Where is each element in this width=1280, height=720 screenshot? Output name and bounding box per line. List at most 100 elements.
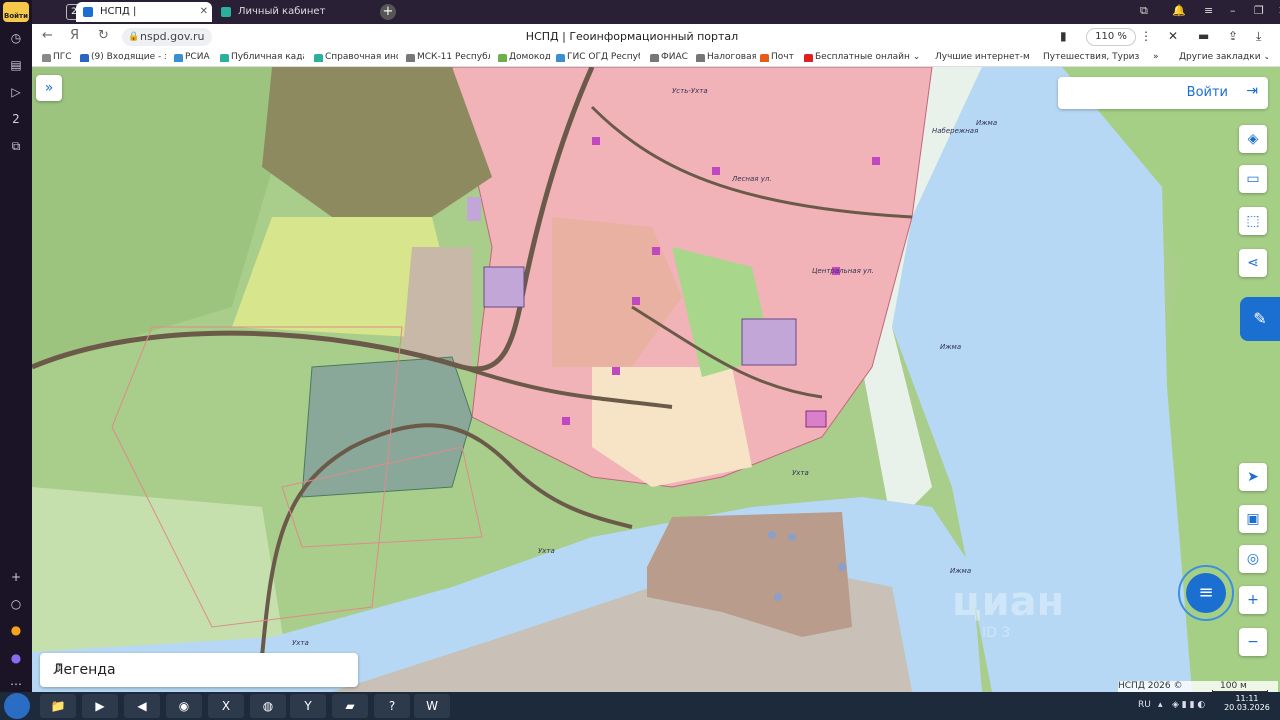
- river-label: Ухта: [292, 639, 309, 647]
- bookmark-item[interactable]: (9) Входящие - за: [80, 52, 166, 62]
- street-label: Усть-Ухта: [672, 87, 708, 95]
- minimize-icon[interactable]: –: [1230, 4, 1236, 17]
- bookmark-item[interactable]: Домокод: [498, 52, 550, 62]
- basemap-icon: ▣: [1246, 511, 1260, 527]
- bookmark-item[interactable]: Путешествия, Туриз ⌄: [1032, 52, 1140, 62]
- bookmark-item[interactable]: ПГС: [42, 52, 74, 62]
- share-button[interactable]: ⋖: [1239, 249, 1267, 277]
- language-indicator[interactable]: RU: [1138, 700, 1151, 710]
- bookmarks-bar: ПГС (9) Входящие - за РСИА Публичная кад…: [32, 50, 1280, 67]
- login-badge[interactable]: Войти: [3, 2, 29, 22]
- word-icon[interactable]: W: [414, 694, 450, 718]
- clock-time: 11:11: [1235, 694, 1259, 703]
- ruler-button[interactable]: ▭: [1239, 165, 1267, 193]
- river-label: Ухта: [792, 469, 809, 477]
- share-icon[interactable]: ⇪: [1228, 29, 1238, 43]
- volume-icon[interactable]: ◀: [124, 694, 160, 718]
- share-icon: ⋖: [1247, 255, 1259, 271]
- map-canvas[interactable]: Усть-Ухта Набережная Центральная ул. Лес…: [32, 67, 1280, 692]
- chrome-icon[interactable]: ◉: [166, 694, 202, 718]
- legend-panel[interactable]: Легенда ⇕: [40, 653, 358, 687]
- bookmark-item[interactable]: Налоговая: [696, 52, 756, 62]
- layers-button[interactable]: ◈: [1239, 125, 1267, 153]
- zoom-value: 110 %: [1095, 31, 1127, 42]
- add-icon[interactable]: +: [8, 569, 24, 585]
- attribution-text: НСПД 2026 ©: [1118, 681, 1183, 691]
- more-bookmarks-icon[interactable]: »: [1142, 52, 1162, 62]
- flame-icon[interactable]: ●: [8, 622, 24, 638]
- ruler-icon: ▭: [1246, 171, 1260, 187]
- browser-icon[interactable]: ◍: [250, 694, 286, 718]
- zoom-in-button[interactable]: +: [1239, 586, 1267, 614]
- more-icon[interactable]: ⋮: [1140, 29, 1152, 43]
- bookmark-item[interactable]: ГИС ОГД Респуб: [556, 52, 640, 62]
- bell-icon[interactable]: 🔔: [1172, 4, 1186, 17]
- alice-icon[interactable]: ○: [8, 596, 24, 612]
- bookmark-item[interactable]: Справочная инфо: [314, 52, 398, 62]
- restore-icon[interactable]: ❐: [1254, 4, 1264, 17]
- locate-button[interactable]: ➤: [1239, 463, 1267, 491]
- river-label: Ижма: [976, 119, 998, 127]
- geolocation-icon: ◎: [1246, 551, 1260, 567]
- explorer-icon[interactable]: 📁: [40, 694, 76, 718]
- map-attribution: НСПД 2026 © 100 м: [1118, 681, 1278, 692]
- login-button[interactable]: Войти ⇥: [1058, 77, 1268, 109]
- bookmark-item[interactable]: Бесплатные онлайн ⌄: [804, 52, 920, 62]
- tray-arrow-icon[interactable]: ▴: [1158, 700, 1163, 710]
- bookmark-item[interactable]: ФИАС: [650, 52, 690, 62]
- app-icon[interactable]: ▰: [332, 694, 368, 718]
- collections-icon[interactable]: ⧉: [1140, 4, 1148, 18]
- clock[interactable]: 11:11 20.03.2026: [1222, 694, 1272, 712]
- close-icon[interactable]: ✕: [200, 2, 208, 22]
- more-icon[interactable]: ⋯: [8, 676, 24, 692]
- messenger-icon[interactable]: ●: [8, 650, 24, 666]
- download-icon[interactable]: ⤓: [1256, 29, 1261, 44]
- help-icon[interactable]: ?: [374, 694, 410, 718]
- history-icon[interactable]: ◷: [8, 30, 24, 46]
- page-title: НСПД | Геоинформационный портал: [525, 30, 739, 43]
- watermark: циан: [952, 579, 1065, 625]
- bookmark-icon: [760, 54, 769, 62]
- notes-icon[interactable]: ▤: [8, 57, 24, 73]
- yandex-icon: [804, 54, 813, 62]
- tab-cabinet[interactable]: Личный кабинет: [214, 2, 348, 22]
- bookmark-icon[interactable]: ▮: [1060, 29, 1067, 43]
- watermark-sub: ID 3: [982, 625, 1011, 641]
- excel-icon[interactable]: X: [208, 694, 244, 718]
- chat-button[interactable]: ≡: [1178, 565, 1234, 621]
- menu-icon[interactable]: ≡: [1204, 4, 1213, 17]
- river-label: Ижма: [940, 343, 962, 351]
- extension-icon[interactable]: ✕: [1168, 29, 1178, 43]
- vk-icon: [80, 54, 89, 62]
- bookmark-item[interactable]: Почт: [760, 52, 796, 62]
- bookmark-item[interactable]: Публичная кадас: [220, 52, 304, 62]
- address-bar: ← Я ↻ 🔒 nspd.gov.ru НСПД | Геоинформацио…: [32, 24, 1280, 50]
- basemap-button[interactable]: ▣: [1239, 505, 1267, 533]
- geolocation-button[interactable]: ◎: [1239, 545, 1267, 573]
- bookmark-icon: [174, 54, 183, 62]
- new-tab-button[interactable]: +: [380, 4, 396, 20]
- counter-icon[interactable]: 2: [8, 111, 24, 127]
- bookmark-item[interactable]: Лучшие интернет-м ⌄: [924, 52, 1030, 62]
- zoom-indicator[interactable]: 110 %: [1086, 28, 1136, 46]
- media-player-icon[interactable]: ▶: [82, 694, 118, 718]
- mask-icon[interactable]: ▬: [1198, 29, 1209, 43]
- select-area-button[interactable]: ⬚: [1239, 207, 1267, 235]
- clock-date: 20.03.2026: [1224, 703, 1270, 712]
- tray-icons[interactable]: ◈ ▮ ▮ ◐: [1172, 700, 1205, 710]
- street-label: Лесная ул.: [732, 175, 772, 183]
- layers-icon: ◈: [1247, 131, 1259, 147]
- bookmark-icon: [696, 54, 705, 62]
- street-label: Набережная: [932, 127, 979, 135]
- start-button[interactable]: [4, 693, 30, 719]
- video-icon[interactable]: ▷: [8, 84, 24, 100]
- bookmark-item[interactable]: МСК-11 Республ: [406, 52, 490, 62]
- yandex-browser-icon[interactable]: Y: [290, 694, 326, 718]
- feedback-tab[interactable]: ✎: [1240, 297, 1280, 341]
- bookmark-item[interactable]: РСИА: [174, 52, 214, 62]
- other-bookmarks[interactable]: Другие закладки ⌄: [1168, 52, 1268, 62]
- collections-icon[interactable]: ⧉: [8, 138, 24, 154]
- tab-nspd[interactable]: НСПД | Геоинформаци ✕: [76, 2, 212, 37]
- expand-panel-button[interactable]: »: [36, 75, 62, 101]
- zoom-out-button[interactable]: −: [1239, 628, 1267, 656]
